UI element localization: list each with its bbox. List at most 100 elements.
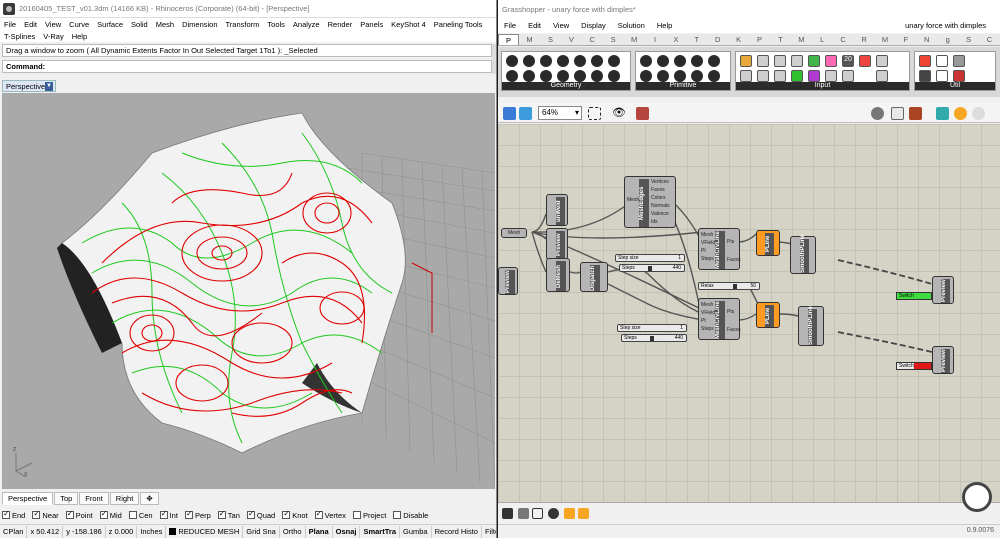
menu-view[interactable]: View xyxy=(41,20,65,29)
node-mesh-curve-1[interactable]: MeshCrvLine Mesh VField Pt Steps Pts Fac… xyxy=(698,228,741,270)
osnap-quad-checkbox[interactable] xyxy=(246,509,255,519)
gh-tab-p2[interactable]: P xyxy=(749,34,770,45)
gh-tab-vector[interactable]: V xyxy=(561,34,582,45)
osnap-tan[interactable]: Tan xyxy=(217,509,240,520)
gh-tab-f[interactable]: F xyxy=(895,34,916,45)
param-text-icon[interactable] xyxy=(691,70,703,82)
gh-tab-sets[interactable]: S xyxy=(540,34,561,45)
menu-file[interactable]: File xyxy=(0,20,20,29)
param-guid-icon[interactable] xyxy=(708,70,720,82)
import-icon[interactable] xyxy=(502,508,513,519)
osnap-near-checkbox[interactable] xyxy=(32,509,41,519)
slider-steps-1-thumb[interactable] xyxy=(648,266,652,271)
switch-red[interactable]: Switch xyxy=(896,362,932,370)
status-planar[interactable]: Plana xyxy=(306,525,333,538)
param-domain-icon[interactable] xyxy=(708,55,720,67)
gh-tab-curve[interactable]: C xyxy=(582,34,603,45)
input-image-sampler-icon[interactable] xyxy=(825,70,837,82)
group-icon[interactable] xyxy=(578,508,589,519)
param-complex-icon[interactable] xyxy=(674,55,686,67)
param-culture-icon[interactable] xyxy=(691,55,703,67)
util-expression-icon[interactable] xyxy=(936,55,948,67)
add-viewport-icon[interactable]: ✥ xyxy=(140,492,159,505)
input-md-slider-icon[interactable] xyxy=(808,70,820,82)
gh-menu-file[interactable]: File xyxy=(498,21,522,30)
param-mesh-icon[interactable] xyxy=(608,55,620,67)
util-cherries-icon[interactable] xyxy=(919,55,931,67)
zoom-extents-icon[interactable] xyxy=(588,107,601,120)
slider-relax[interactable]: Relax 50 xyxy=(698,282,760,290)
node-smooth-pline-2[interactable]: SmoothPLine xyxy=(798,306,824,346)
menu-solid[interactable]: Solid xyxy=(127,20,152,29)
tab-top[interactable]: Top xyxy=(54,492,79,505)
disable-icon[interactable] xyxy=(548,508,559,519)
param-plane-icon[interactable] xyxy=(523,70,535,82)
slider-steps-2-thumb[interactable] xyxy=(650,336,654,341)
gh-tab-intersect[interactable]: I xyxy=(645,34,666,45)
param-point-icon[interactable] xyxy=(506,70,518,82)
param-curve-icon[interactable] xyxy=(557,55,569,67)
gh-tab-r[interactable]: R xyxy=(854,34,875,45)
osnap-vertex[interactable]: Vertex xyxy=(314,509,346,520)
tab-right[interactable]: Right xyxy=(109,492,140,505)
util-tree-icon[interactable] xyxy=(919,70,931,82)
osnap-tan-checkbox[interactable] xyxy=(217,509,226,519)
menu-tools[interactable]: Tools xyxy=(263,20,289,29)
node-mesh-edges[interactable]: MeshEdges Mesh Vertices Faces Colors Nor… xyxy=(624,176,676,228)
osnap-vertex-checkbox[interactable] xyxy=(314,509,323,519)
gh-tab-params[interactable]: P xyxy=(498,34,520,45)
open-file-icon[interactable] xyxy=(503,107,516,120)
osnap-perp-checkbox[interactable] xyxy=(184,509,193,519)
gh-menu-solution[interactable]: Solution xyxy=(612,21,651,30)
input-number-slider-icon[interactable] xyxy=(740,70,752,82)
node-preview-right-2[interactable]: Preview xyxy=(932,346,954,374)
osnap-knot[interactable]: Knot xyxy=(282,509,308,520)
param-path-icon[interactable] xyxy=(674,70,686,82)
status-layer[interactable]: REDUCED MESH xyxy=(166,525,244,538)
input-digit-scroller-icon[interactable]: 20 xyxy=(842,55,854,67)
param-surface-icon[interactable] xyxy=(557,70,569,82)
slider-step-size-2[interactable]: Step size 1 xyxy=(617,324,687,332)
util-cluster-icon[interactable] xyxy=(936,70,948,82)
switch-green[interactable]: Switch xyxy=(896,292,932,300)
osnap-disable-checkbox[interactable] xyxy=(393,511,402,519)
osnap-point-checkbox[interactable] xyxy=(65,509,74,519)
gh-tab-t2[interactable]: T xyxy=(770,34,791,45)
input-calendar-icon[interactable] xyxy=(774,55,786,67)
gh-canvas[interactable]: Mesh Preview unWeld Preview DeMesh Dispa… xyxy=(498,124,1000,502)
input-value-list-icon[interactable] xyxy=(774,70,786,82)
status-gumball[interactable]: Gumba xyxy=(400,525,432,538)
preview-mesh-icon[interactable] xyxy=(954,107,967,120)
gh-tab-surface[interactable]: S xyxy=(603,34,624,45)
param-rectangle-icon[interactable] xyxy=(540,70,552,82)
input-import-icon[interactable] xyxy=(842,70,854,82)
node-pline-1[interactable]: PLine xyxy=(756,230,780,256)
menu-tsplines[interactable]: T-Splines xyxy=(0,32,39,41)
osnap-mid[interactable]: Mid xyxy=(99,509,122,520)
gh-tab-c[interactable]: C xyxy=(833,34,854,45)
osnap-project-checkbox[interactable] xyxy=(352,511,361,519)
menu-transform[interactable]: Transform xyxy=(222,20,264,29)
save-file-icon[interactable] xyxy=(519,107,532,120)
menu-surface[interactable]: Surface xyxy=(93,20,127,29)
osnap-cen[interactable]: Cen xyxy=(128,511,153,520)
osnap-near[interactable]: Near xyxy=(32,509,59,520)
osnap-int-checkbox[interactable] xyxy=(159,509,168,519)
preview-eye-icon[interactable]: 👁 xyxy=(612,107,626,120)
gh-menu-help[interactable]: Help xyxy=(651,21,678,30)
param-vector-icon[interactable] xyxy=(591,70,603,82)
osnap-quad[interactable]: Quad xyxy=(246,509,275,520)
slider-relax-thumb[interactable] xyxy=(733,284,737,289)
osnap-cen-checkbox[interactable] xyxy=(128,511,137,519)
gh-tab-m3[interactable]: M xyxy=(875,34,896,45)
menu-render[interactable]: Render xyxy=(324,20,357,29)
param-colour-icon[interactable] xyxy=(657,55,669,67)
input-clock-icon[interactable] xyxy=(791,55,803,67)
osnap-perp[interactable]: Perp xyxy=(184,509,211,520)
wire-icon[interactable] xyxy=(532,508,543,519)
node-preview-left[interactable]: Preview xyxy=(498,267,518,295)
cluster-icon[interactable] xyxy=(564,508,575,519)
param-twisted-box-icon[interactable] xyxy=(574,70,586,82)
sketch-pen-icon[interactable] xyxy=(636,107,649,120)
node-dispatch[interactable]: Dispatch xyxy=(580,262,608,292)
